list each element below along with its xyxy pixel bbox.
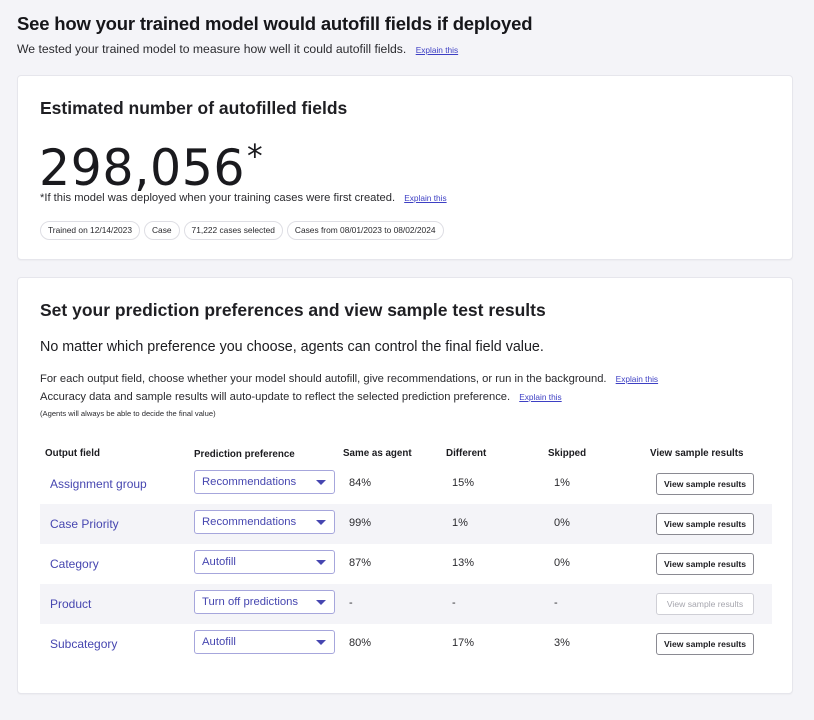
page-subtitle-text: We tested your trained model to measure … <box>17 42 407 56</box>
header-view-sample-results: View sample results <box>650 448 744 459</box>
estimate-card: Estimated number of autofilled fields 29… <box>17 75 793 260</box>
same-as-agent-value: 84% <box>349 477 372 489</box>
table-header: Output field Prediction preference Same … <box>40 438 772 464</box>
page-title: See how your trained model would autofil… <box>17 13 533 34</box>
preferences-description-1: For each output field, choose whether yo… <box>40 373 658 385</box>
different-value: 1% <box>452 517 468 529</box>
output-field-link[interactable]: Assignment group <box>50 477 147 491</box>
prediction-preference-select[interactable]: Autofill <box>194 550 335 574</box>
preferences-card: Set your prediction preferences and view… <box>17 277 793 694</box>
table-row: Category Autofill 87% 13% 0% View sample… <box>40 544 772 584</box>
caret-down-icon <box>316 560 326 565</box>
table-row: Assignment group Recommendations 84% 15%… <box>40 464 772 504</box>
view-sample-results-button[interactable]: View sample results <box>656 633 754 655</box>
table-row: Case Priority Recommendations 99% 1% 0% … <box>40 504 772 544</box>
header-prediction-preference: Prediction preference <box>194 449 295 460</box>
skipped-value: - <box>554 597 558 609</box>
explain-link-header[interactable]: Explain this <box>416 45 458 55</box>
view-sample-results-button[interactable]: View sample results <box>656 473 754 495</box>
same-as-agent-value: - <box>349 597 353 609</box>
skipped-value: 3% <box>554 637 570 649</box>
chip-date-range: Cases from 08/01/2023 to 08/02/2024 <box>286 221 444 240</box>
output-field-link[interactable]: Subcategory <box>50 637 117 651</box>
estimate-value: 298,056* <box>39 126 263 198</box>
preferences-description-2-text: Accuracy data and sample results will au… <box>40 391 511 403</box>
caret-down-icon <box>316 520 326 525</box>
skipped-value: 0% <box>554 517 570 529</box>
same-as-agent-value: 99% <box>349 517 372 529</box>
page-subtitle: We tested your trained model to measure … <box>17 42 458 56</box>
output-field-link[interactable]: Case Priority <box>50 517 119 531</box>
table-row: Product Turn off predictions - - - View … <box>40 584 772 624</box>
view-sample-results-button-disabled: View sample results <box>656 593 754 615</box>
preferences-small-note: (Agents will always be able to decide th… <box>40 409 216 418</box>
select-value: Recommendations <box>202 476 297 488</box>
different-value: 17% <box>452 637 475 649</box>
chip-trained-date: Trained on 12/14/2023 <box>40 221 140 240</box>
preferences-description-1-text: For each output field, choose whether yo… <box>40 373 607 385</box>
caret-down-icon <box>316 480 326 485</box>
preferences-description-2: Accuracy data and sample results will au… <box>40 391 562 403</box>
view-sample-results-button[interactable]: View sample results <box>656 513 754 535</box>
prediction-preference-select[interactable]: Recommendations <box>194 510 335 534</box>
prediction-preference-select[interactable]: Recommendations <box>194 470 335 494</box>
chip-cases-selected: 71,222 cases selected <box>183 221 283 240</box>
estimate-asterisk: * <box>247 137 264 175</box>
header-output-field: Output field <box>45 448 100 459</box>
different-value: 13% <box>452 557 475 569</box>
header-skipped: Skipped <box>548 448 587 459</box>
output-field-link[interactable]: Product <box>50 597 91 611</box>
different-value: 15% <box>452 477 475 489</box>
preferences-note: No matter which preference you choose, a… <box>40 339 544 355</box>
explain-link-preferences-2[interactable]: Explain this <box>519 392 561 402</box>
output-field-link[interactable]: Category <box>50 557 99 571</box>
model-info-chips: Trained on 12/14/2023 Case 71,222 cases … <box>40 221 444 240</box>
view-sample-results-button[interactable]: View sample results <box>656 553 754 575</box>
estimate-footnote: *If this model was deployed when your tr… <box>40 192 447 204</box>
same-as-agent-value: 80% <box>349 637 372 649</box>
estimate-footnote-text: *If this model was deployed when your tr… <box>40 192 396 204</box>
estimate-title: Estimated number of autofilled fields <box>40 98 348 118</box>
estimate-number: 298,056 <box>39 139 246 197</box>
table-row: Subcategory Autofill 80% 17% 3% View sam… <box>40 624 772 664</box>
skipped-value: 1% <box>554 477 570 489</box>
explain-link-preferences-1[interactable]: Explain this <box>616 374 658 384</box>
caret-down-icon <box>316 600 326 605</box>
page: See how your trained model would autofil… <box>0 0 814 720</box>
chip-table: Case <box>143 221 180 240</box>
caret-down-icon <box>316 640 326 645</box>
header-same-as-agent: Same as agent <box>343 448 412 459</box>
select-value: Recommendations <box>202 516 297 528</box>
prediction-preference-select[interactable]: Turn off predictions <box>194 590 335 614</box>
skipped-value: 0% <box>554 557 570 569</box>
different-value: - <box>452 597 456 609</box>
output-fields-table: Output field Prediction preference Same … <box>40 438 772 664</box>
explain-link-estimate[interactable]: Explain this <box>404 193 446 203</box>
select-value: Autofill <box>202 556 236 568</box>
header-different: Different <box>446 448 487 459</box>
select-value: Turn off predictions <box>202 596 299 608</box>
preferences-title: Set your prediction preferences and view… <box>40 300 546 320</box>
prediction-preference-select[interactable]: Autofill <box>194 630 335 654</box>
select-value: Autofill <box>202 636 236 648</box>
same-as-agent-value: 87% <box>349 557 372 569</box>
